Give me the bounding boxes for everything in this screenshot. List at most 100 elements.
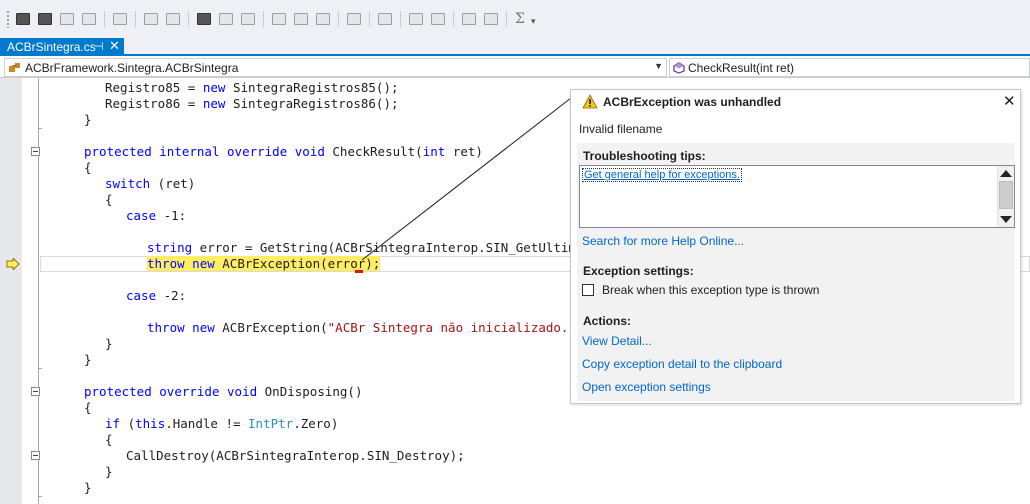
exception-header: ACBrException was unhandled ✕ [571,90,1020,114]
close-tab-icon[interactable]: ✕ [109,38,120,54]
help-online-link[interactable]: Search for more Help Online... [582,234,744,248]
code-line: { [105,192,113,207]
code-line: Registro86 = new SintegraRegistros86(); [105,96,399,111]
current-statement: throw new ACBrException(error); [147,256,381,271]
method-icon [673,62,685,74]
list-icon[interactable] [164,10,182,28]
indicator-margin[interactable] [0,78,22,504]
uncomment-icon[interactable] [292,10,310,28]
toolbar-grip[interactable] [6,10,10,28]
open-icon[interactable] [14,10,32,28]
scroll-thumb[interactable] [999,181,1013,209]
toolbar-separator [338,11,339,27]
toolbar-row: Σ ▾ [6,8,536,30]
copy-detail-link[interactable]: Copy exception detail to the clipboard [582,357,782,371]
toolbar-separator [263,11,264,27]
code-line: } [84,480,92,495]
code-line: throw new ACBrException("ACBr Sintegra n… [147,320,591,335]
toolbar-separator [369,11,370,27]
save-icon[interactable] [80,10,98,28]
code-line: protected override void OnDisposing() [84,384,363,399]
code-line: if (this.Handle != IntPtr.Zero) [105,416,339,431]
class-icon [9,63,20,72]
error-squiggle [355,270,363,273]
break-checkbox-label: Break when this exception type is thrown [602,283,820,297]
scroll-down-icon[interactable] [1000,216,1012,223]
open-settings-link[interactable]: Open exception settings [582,380,711,394]
warning-icon [582,94,598,109]
toolbar: Σ ▾ [0,0,1030,38]
pin-icon[interactable]: ⊣ [94,40,104,53]
tab-label: ACBrSintegra.cs [7,40,96,54]
toolbar-separator [104,11,105,27]
code-line: protected internal override void CheckRe… [84,144,483,159]
general-help-link[interactable]: Get general help for exceptions. [582,168,742,182]
comment-icon[interactable] [270,10,288,28]
chevron-down-icon[interactable]: ▼ [654,61,663,71]
exception-helper: ACBrException was unhandled ✕ Invalid fi… [570,89,1021,404]
tips-list[interactable]: Get general help for exceptions. [579,165,1015,228]
collapse-toggle[interactable] [31,147,40,156]
sum-icon[interactable]: Σ [513,11,527,27]
code-line: string error = GetString(ACBrSintegraInt… [147,240,607,255]
solution-icon[interactable] [36,10,54,28]
code-line: } [84,352,92,367]
code-line: case -2: [126,288,187,303]
code-line: { [84,400,92,415]
format-icon[interactable] [195,10,213,28]
code-line: case -1: [126,208,187,223]
actions-heading: Actions: [583,314,631,328]
toolbar-separator [400,11,401,27]
tab-acbrsintegra[interactable]: ACBrSintegra.cs ⊣ ✕ [0,38,124,56]
outdent-icon[interactable] [239,10,257,28]
code-line: } [105,464,113,479]
exception-details: Troubleshooting tips: Get general help f… [577,143,1015,401]
code-line: Registro85 = new SintegraRegistros85(); [105,80,399,95]
code-line: CallDestroy(ACBrSintegraInterop.SIN_Dest… [126,448,465,463]
toolbar-separator [453,11,454,27]
numbered-list-icon[interactable] [142,10,160,28]
break-checkbox[interactable] [582,284,594,296]
window-icon[interactable] [429,10,447,28]
exception-title: ACBrException was unhandled [603,95,782,109]
outline-end-marker [38,496,42,497]
form-icon[interactable] [407,10,425,28]
document-tab-strip: ACBrSintegra.cs ⊣ ✕ [0,38,1030,56]
toolbar-overflow-icon[interactable]: ▾ [531,17,536,27]
member-selector[interactable]: CheckResult(int ret) [669,58,1030,77]
indent-icon[interactable] [217,10,235,28]
scroll-up-icon[interactable] [1000,170,1012,177]
toolbar-separator [188,11,189,27]
code-line: } [84,112,92,127]
view-detail-link[interactable]: View Detail... [582,334,652,348]
code-line: switch (ret) [105,176,196,191]
code-line: } [105,336,113,351]
collapse-toggle[interactable] [31,451,40,460]
outlining-line [38,78,39,504]
outline-end-marker [38,128,42,129]
copy-icon[interactable] [111,10,129,28]
exception-message: Invalid filename [579,122,663,136]
navigation-bar: ACBrFramework.Sintegra.ACBrSintegra ▼ Ch… [0,57,1030,78]
spell-icon[interactable] [314,10,332,28]
close-icon[interactable]: ✕ [1003,92,1016,110]
code-line: { [105,432,113,447]
class-selector[interactable]: ACBrFramework.Sintegra.ACBrSintegra ▼ [4,58,667,77]
tips-scrollbar[interactable] [997,166,1014,227]
code-line: { [84,160,92,175]
member-selector-value: CheckResult(int ret) [688,60,795,75]
outline-end-marker [38,368,42,369]
insert-icon[interactable] [376,10,394,28]
class-selector-value: ACBrFramework.Sintegra.ACBrSintegra [25,60,239,75]
toolbar-separator [506,11,507,27]
tips-heading: Troubleshooting tips: [583,149,706,163]
execution-arrow-icon [6,258,20,270]
bookmark-icon[interactable] [345,10,363,28]
print-icon[interactable] [58,10,76,28]
break-on-exception-option[interactable]: Break when this exception type is thrown [582,283,819,297]
toolbar-separator [135,11,136,27]
settings-heading: Exception settings: [583,264,694,278]
table-icon[interactable] [482,10,500,28]
collapse-toggle[interactable] [31,387,40,396]
designer-icon[interactable] [460,10,478,28]
